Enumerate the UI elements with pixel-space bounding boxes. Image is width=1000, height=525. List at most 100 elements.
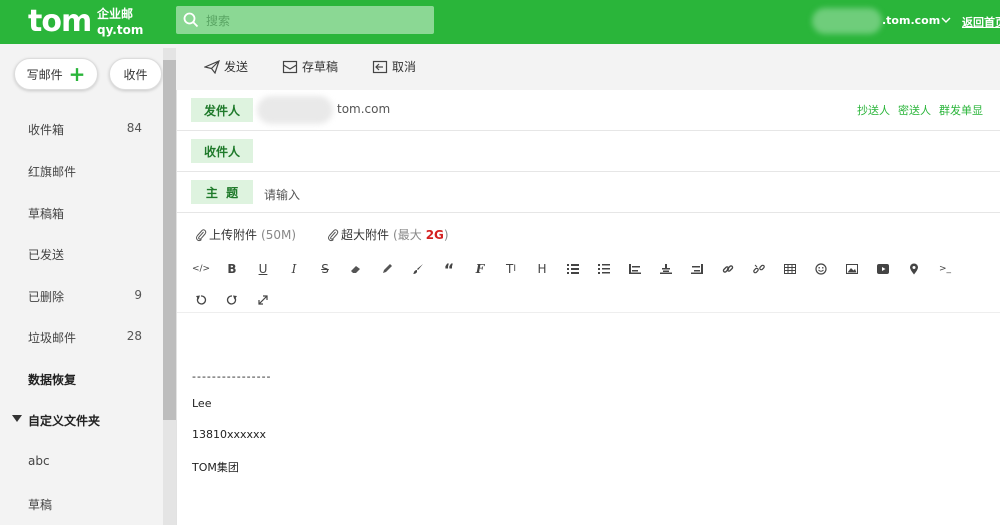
align-left-icon[interactable] — [626, 260, 644, 278]
table-icon[interactable] — [781, 260, 799, 278]
paperclip-icon — [328, 228, 339, 241]
logo-sub-cn: 企业邮 — [97, 7, 134, 21]
save-icon — [282, 60, 298, 73]
quote-icon[interactable]: “ — [440, 260, 458, 279]
to-label: 收件人 — [191, 139, 253, 163]
send-icon — [204, 59, 220, 74]
sidebar-item-data-recovery[interactable]: 数据恢复 — [28, 371, 76, 388]
recipient-options: 抄送人 密送人 群发单显 — [857, 102, 983, 118]
cancel-label: 取消 — [392, 60, 417, 74]
plus-icon: + — [68, 62, 86, 86]
from-domain[interactable]: tom.com — [337, 102, 390, 116]
subject-input[interactable]: 请输入 — [264, 186, 300, 203]
sidebar-item-sent[interactable]: 已发送 — [28, 246, 64, 263]
chevron-down-icon[interactable] — [940, 14, 952, 26]
logo-sub-domain: qy.tom — [97, 23, 144, 37]
emoji-icon[interactable] — [812, 260, 830, 278]
sidebar-scrollbar[interactable] — [163, 48, 176, 525]
upload-limit: (50M) — [261, 227, 297, 242]
deleted-count: 9 — [134, 288, 142, 302]
sidebar-item-flagged[interactable]: 红旗邮件 — [28, 163, 76, 180]
spam-count: 28 — [126, 329, 142, 343]
large-limit-prefix: (最大 — [393, 228, 422, 242]
bullet-list-icon[interactable] — [564, 260, 582, 278]
sidebar-item-inbox[interactable]: 收件箱 — [28, 121, 64, 138]
signature-divider: ---------------- — [192, 370, 272, 383]
heading-icon[interactable]: H — [533, 260, 551, 278]
inbox-count: 84 — [126, 121, 142, 135]
upload-attachment-button[interactable]: 上传附件 (50M) — [195, 226, 296, 243]
signature-phone: 13810xxxxxx — [192, 428, 267, 441]
from-label: 发件人 — [191, 98, 253, 122]
strikethrough-icon[interactable]: S — [316, 260, 334, 278]
receive-button-label: 收件 — [123, 67, 148, 82]
search-icon — [183, 12, 199, 28]
redo-icon[interactable] — [223, 291, 241, 309]
large-attachment-button[interactable]: 超大附件 (最大 2G ) — [327, 226, 449, 243]
search-input[interactable]: 搜索 — [206, 12, 230, 29]
bcc-link[interactable]: 密送人 — [898, 102, 931, 118]
numbered-list-icon[interactable] — [595, 260, 613, 278]
sidebar-item-deleted[interactable]: 已删除 — [28, 288, 64, 305]
cancel-icon — [372, 60, 388, 73]
compose-button-label: 写邮件 — [26, 67, 63, 82]
cc-link[interactable]: 抄送人 — [857, 102, 890, 118]
save-draft-button[interactable]: 存草稿 — [282, 58, 338, 75]
search-box[interactable]: 搜索 — [176, 6, 434, 34]
cancel-button[interactable]: 取消 — [372, 58, 416, 75]
large-limit-value: 2G — [425, 227, 444, 242]
send-label: 发送 — [224, 60, 249, 74]
font-size-icon[interactable]: TI — [502, 260, 520, 278]
unlink-icon[interactable] — [750, 260, 768, 278]
pencil-icon[interactable] — [378, 260, 396, 278]
video-icon[interactable] — [874, 260, 892, 278]
align-center-icon[interactable] — [657, 260, 675, 278]
signature-company: TOM集团 — [192, 461, 239, 474]
brush-icon[interactable] — [409, 260, 427, 278]
sidebar: 写邮件 + 收件 收件箱 84 红旗邮件 草稿箱 已发送 已删除 9 垃圾邮件 … — [0, 44, 176, 525]
compose-button[interactable]: 写邮件 + — [14, 58, 98, 90]
upload-attachment-label: 上传附件 — [209, 228, 258, 242]
large-attachment-label: 超大附件 — [341, 228, 390, 242]
undo-icon[interactable] — [192, 291, 210, 309]
editor-divider — [177, 312, 1000, 313]
link-icon[interactable] — [719, 260, 737, 278]
align-right-icon[interactable] — [688, 260, 706, 278]
code-view-icon[interactable]: </> — [192, 260, 210, 278]
signature-name: Lee — [192, 397, 212, 410]
compose-toolbar: 发送 存草稿 取消 — [176, 44, 1000, 90]
compose-panel: 发件人 tom.com 抄送人 密送人 群发单显 收件人 主 题 请输入 上传附… — [176, 90, 1000, 525]
separate-send-link[interactable]: 群发单显 — [939, 102, 983, 118]
triangle-down-icon[interactable] — [12, 415, 22, 423]
subject-label: 主 题 — [191, 180, 253, 204]
receive-button[interactable]: 收件 — [109, 58, 162, 90]
account-name[interactable]: .tom.com — [882, 14, 940, 27]
large-limit-suffix: ) — [443, 227, 449, 242]
eraser-icon[interactable] — [347, 260, 365, 278]
font-family-icon[interactable]: F — [471, 260, 489, 278]
sidebar-item-spam[interactable]: 垃圾邮件 — [28, 329, 76, 346]
sidebar-item-abc[interactable]: abc — [28, 454, 50, 468]
logo[interactable]: tom — [28, 4, 92, 39]
save-draft-label: 存草稿 — [302, 60, 339, 74]
sender-blurred — [257, 96, 333, 124]
to-row[interactable]: 收件人 — [177, 131, 1000, 172]
underline-icon[interactable]: U — [254, 260, 272, 278]
scrollbar-thumb[interactable] — [163, 60, 176, 420]
bold-icon[interactable]: B — [223, 260, 241, 278]
image-icon[interactable] — [843, 260, 861, 278]
location-pin-icon[interactable] — [905, 260, 923, 278]
logo-subtitle: 企业邮 qy.tom — [97, 6, 143, 38]
fullscreen-icon[interactable] — [254, 291, 272, 309]
italic-icon[interactable]: I — [285, 260, 303, 278]
subject-row[interactable]: 主 题 请输入 — [177, 172, 1000, 213]
paperclip-icon — [196, 228, 207, 241]
terminal-icon[interactable]: >_ — [936, 260, 954, 278]
send-button[interactable]: 发送 — [204, 58, 248, 75]
account-avatar-blur — [812, 8, 882, 34]
sidebar-item-custom-draft[interactable]: 草稿 — [28, 496, 52, 513]
sidebar-item-drafts[interactable]: 草稿箱 — [28, 205, 64, 222]
custom-folders-header[interactable]: 自定义文件夹 — [28, 412, 100, 429]
back-home-link[interactable]: 返回首页 — [962, 14, 1000, 30]
from-row: 发件人 tom.com 抄送人 密送人 群发单显 — [177, 90, 1000, 131]
